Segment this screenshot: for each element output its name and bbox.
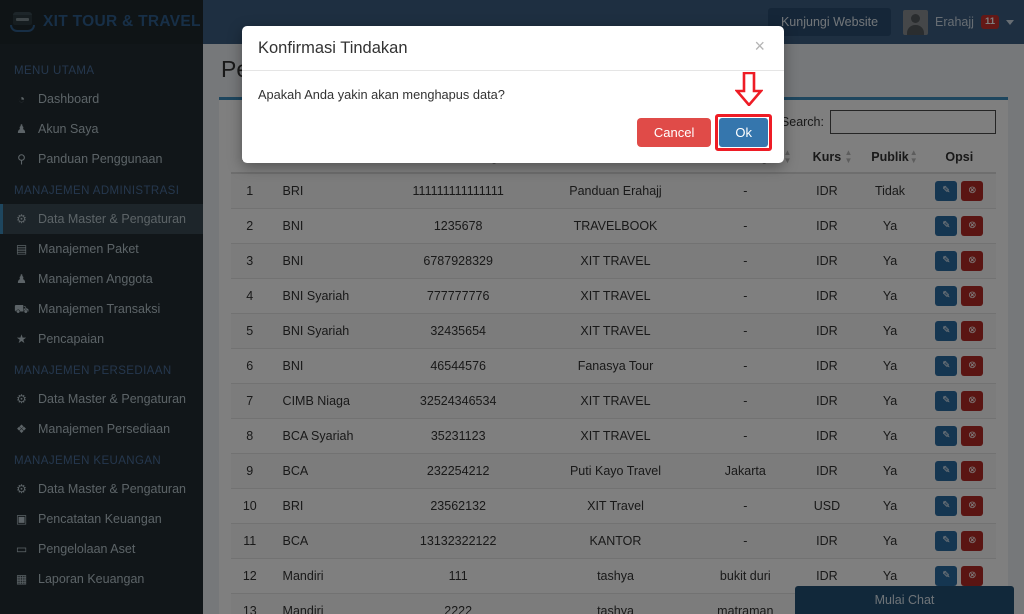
modal-footer: Cancel Ok [242, 114, 784, 163]
down-arrow-annotation [735, 72, 763, 106]
cancel-button[interactable]: Cancel [636, 118, 712, 147]
confirmation-modal: Konfirmasi Tindakan × Apakah Anda yakin … [242, 26, 784, 163]
modal-header: Konfirmasi Tindakan × [242, 26, 784, 71]
modal-body-text: Apakah Anda yakin akan menghapus data? [258, 87, 505, 102]
ok-button[interactable]: Ok [719, 118, 768, 147]
close-icon[interactable]: × [748, 36, 771, 56]
ok-button-wrapper: Ok [715, 114, 772, 151]
modal-title: Konfirmasi Tindakan [258, 39, 408, 57]
